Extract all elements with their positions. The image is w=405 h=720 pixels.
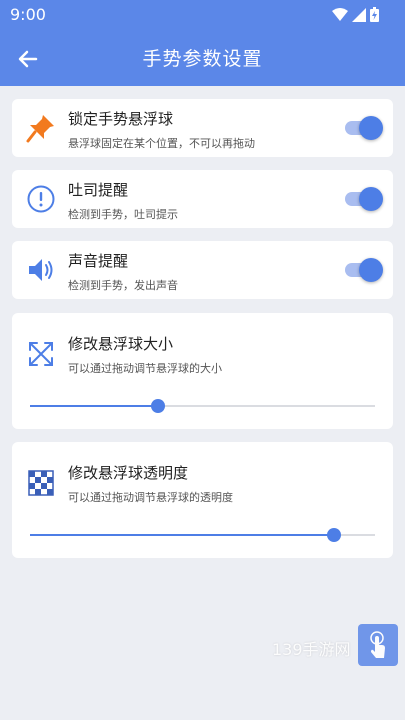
setting-subtitle: 检测到手势，吐司提示 bbox=[68, 208, 178, 221]
setting-subtitle: 悬浮球固定在某个位置，不可以再拖动 bbox=[68, 137, 255, 150]
setting-card-lock: 锁定手势悬浮球 悬浮球固定在某个位置，不可以再拖动 bbox=[12, 99, 393, 157]
sound-toggle[interactable] bbox=[345, 256, 383, 284]
watermark-text: 139手游网 bbox=[272, 640, 351, 659]
slider-subtitle: 可以通过拖动调节悬浮球的大小 bbox=[68, 362, 222, 375]
setting-title: 吐司提醒 bbox=[68, 181, 129, 199]
battery-icon bbox=[370, 7, 379, 22]
setting-title: 声音提醒 bbox=[68, 252, 129, 270]
status-time: 9:00 bbox=[10, 5, 46, 24]
size-slider[interactable] bbox=[30, 399, 375, 413]
page-title: 手势参数设置 bbox=[142, 48, 263, 70]
floating-gesture-ball[interactable] bbox=[358, 624, 398, 666]
wifi-icon bbox=[332, 7, 348, 21]
slider-fill bbox=[30, 405, 158, 407]
slider-knob[interactable] bbox=[150, 399, 165, 413]
app-bar: 手势参数设置 bbox=[0, 30, 405, 86]
checkerboard-icon bbox=[28, 470, 54, 496]
toggle-thumb bbox=[359, 258, 383, 282]
slider-subtitle: 可以通过拖动调节悬浮球的透明度 bbox=[68, 491, 233, 504]
exclamation-circle-icon bbox=[27, 185, 55, 213]
pushpin-icon bbox=[26, 115, 54, 143]
signal-icon bbox=[352, 7, 366, 22]
slider-fill bbox=[30, 534, 334, 536]
size-slider-card: 修改悬浮球大小 可以通过拖动调节悬浮球的大小 bbox=[12, 313, 393, 429]
expand-arrows-icon bbox=[29, 342, 53, 366]
slider-knob[interactable] bbox=[326, 528, 341, 542]
opacity-slider-card: 修改悬浮球透明度 可以通过拖动调节悬浮球的透明度 bbox=[12, 442, 393, 558]
status-bar: 9:00 bbox=[0, 0, 405, 30]
setting-title: 锁定手势悬浮球 bbox=[68, 110, 174, 128]
toast-toggle[interactable] bbox=[345, 185, 383, 213]
speaker-icon bbox=[29, 259, 53, 281]
setting-subtitle: 检测到手势，发出声音 bbox=[68, 279, 178, 292]
slider-title: 修改悬浮球大小 bbox=[68, 335, 174, 353]
touch-hand-icon bbox=[370, 631, 385, 658]
toggle-thumb bbox=[359, 187, 383, 211]
status-icons bbox=[332, 7, 379, 22]
lock-toggle[interactable] bbox=[345, 114, 383, 142]
toggle-thumb bbox=[359, 116, 383, 140]
opacity-slider[interactable] bbox=[30, 528, 375, 542]
slider-title: 修改悬浮球透明度 bbox=[68, 464, 189, 482]
setting-card-sound: 声音提醒 检测到手势，发出声音 bbox=[12, 241, 393, 299]
setting-card-toast: 吐司提醒 检测到手势，吐司提示 bbox=[12, 170, 393, 228]
